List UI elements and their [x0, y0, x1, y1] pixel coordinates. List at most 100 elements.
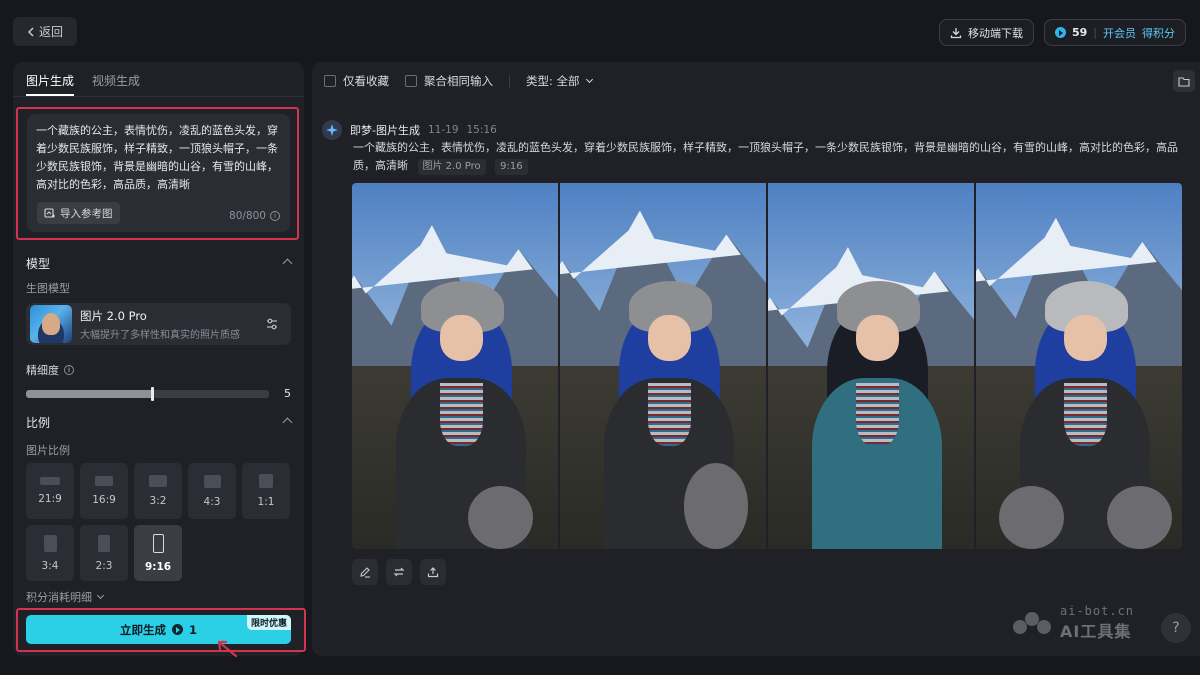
figure-necklace: [439, 383, 483, 447]
earn-credits-link[interactable]: 得积分: [1142, 25, 1175, 41]
share-button[interactable]: [420, 559, 446, 585]
feed-time: 15:16: [466, 124, 497, 136]
type-filter-dropdown[interactable]: 类型: 全部: [526, 73, 593, 89]
left-panel: 图片生成 视频生成 一个藏族的公主，表情忧伤，凌乱的蓝色头发，穿着少数民族服饰，…: [13, 62, 306, 658]
image-figure: [805, 264, 949, 549]
ratio-option-4-3[interactable]: 4:3: [188, 463, 236, 519]
ratio-sublabel: 图片比例: [26, 444, 70, 457]
tab-video-generation[interactable]: 视频生成: [92, 72, 140, 96]
credit-count: 59: [1071, 26, 1088, 39]
aggregate-input-checkbox[interactable]: 聚合相同输入: [405, 73, 493, 89]
detail-label-row: 精细度 i: [26, 362, 74, 378]
toolbar-divider: [509, 74, 510, 88]
model-sublabel: 生图模型: [26, 282, 70, 295]
ratio-shape-icon: [152, 533, 164, 553]
chevron-up-icon[interactable]: [282, 417, 293, 428]
generated-image-4[interactable]: [976, 183, 1182, 549]
edit-button[interactable]: [352, 559, 378, 585]
dreamina-logo-icon: [322, 120, 342, 140]
ratio-label: 1:1: [257, 496, 275, 508]
cost-details-toggle[interactable]: 积分消耗明细: [26, 589, 105, 605]
help-button[interactable]: ?: [1161, 613, 1191, 643]
tab-image-generation[interactable]: 图片生成: [26, 72, 75, 96]
detail-slider[interactable]: [26, 387, 269, 401]
ratio-section-header[interactable]: 比例: [26, 414, 293, 431]
generated-image-3[interactable]: [768, 183, 974, 549]
mobile-download-button[interactable]: 移动端下载: [938, 19, 1034, 46]
generate-button[interactable]: 立即生成 1 限时优惠: [26, 615, 291, 658]
ratio-shape-icon: [40, 477, 60, 485]
figure-necklace: [647, 383, 691, 447]
ratio-shape-icon: [95, 476, 113, 486]
ratio-label: 4:3: [203, 495, 221, 508]
credit-coin-icon: [1054, 27, 1066, 38]
checkbox-box[interactable]: [405, 75, 417, 87]
chevron-up-icon[interactable]: [282, 258, 293, 269]
image-figure: [998, 264, 1172, 549]
ratio-option-2-3[interactable]: 2:3: [80, 525, 128, 581]
ratio-shape-icon: [203, 474, 221, 488]
regenerate-button[interactable]: [386, 559, 412, 585]
char-counter: 80/800 i: [229, 210, 280, 222]
import-reference-button[interactable]: 导入参考图: [37, 202, 120, 224]
checkbox-box[interactable]: [324, 75, 336, 87]
figure-fur: [683, 463, 749, 549]
model-thumbnail: [30, 305, 72, 343]
download-icon: [950, 27, 962, 38]
figure-face: [855, 314, 899, 361]
upload-icon: [427, 567, 439, 578]
feed-source: 即梦-图片生成: [350, 124, 420, 137]
folder-icon: [1178, 76, 1190, 87]
sliders-icon[interactable]: [265, 317, 279, 331]
chevron-down-icon: [585, 75, 593, 84]
ratio-option-21-9[interactable]: 21:9: [26, 463, 74, 519]
model-section-header[interactable]: 模型: [26, 255, 293, 272]
generation-tabs: 图片生成 视频生成: [13, 62, 304, 97]
model-selector[interactable]: 图片 2.0 Pro 大幅提升了多样性和真实的照片质感: [26, 303, 291, 345]
generate-label: 立即生成: [119, 622, 166, 637]
ratio-shape-icon: [43, 534, 57, 552]
char-counter-text: 80/800: [229, 210, 266, 222]
regenerate-icon: [393, 567, 405, 577]
aggregate-input-label: 聚合相同输入: [424, 74, 493, 88]
vip-link[interactable]: 开会员: [1103, 25, 1136, 41]
ratio-label: 9:16: [144, 560, 172, 573]
info-icon[interactable]: i: [270, 211, 280, 221]
ratio-option-3-2[interactable]: 3:2: [134, 463, 182, 519]
filter-toolbar: 仅看收藏 聚合相同输入 类型: 全部: [324, 73, 593, 89]
prompt-text[interactable]: 一个藏族的公主，表情忧伤，凌乱的蓝色头发，穿着少数民族服饰，样子精致，一顶狼头帽…: [36, 122, 281, 194]
figure-fur: [1106, 486, 1172, 549]
folder-button[interactable]: [1173, 70, 1195, 92]
ratio-label: 3:4: [41, 559, 59, 572]
image-add-icon: [44, 207, 55, 218]
generated-image-1[interactable]: [352, 183, 558, 549]
model-description: 大幅提升了多样性和真实的照片质感: [80, 329, 240, 341]
watermark-name: AI工具集: [1060, 622, 1132, 641]
credits-pill[interactable]: 59 | 开会员 得积分: [1043, 19, 1186, 46]
ratio-option-16-9[interactable]: 16:9: [80, 463, 128, 519]
ratio-shape-icon: [259, 474, 273, 488]
chevron-down-icon: [96, 591, 105, 600]
ratio-label: 3:2: [149, 495, 167, 507]
back-label: 返回: [38, 25, 63, 39]
ratio-option-3-4[interactable]: 3:4: [26, 525, 74, 581]
generated-images: [352, 183, 1182, 549]
figure-fur: [998, 486, 1064, 549]
watermark-logo-icon: [1013, 612, 1051, 634]
credit-coin-icon: [171, 624, 183, 635]
detail-info-icon[interactable]: i: [64, 365, 74, 375]
generated-image-2[interactable]: [560, 183, 766, 549]
ratio-grid: 21:9 16:9 3:2 4:3 1:1 3:4 2:3 9:16: [26, 463, 296, 581]
ratio-tag: 9:16: [495, 159, 528, 175]
detail-slider-handle[interactable]: [151, 387, 155, 401]
model-name: 图片 2.0 Pro: [80, 308, 147, 323]
favorites-only-checkbox[interactable]: 仅看收藏: [324, 73, 389, 89]
ratio-option-9-16[interactable]: 9:16: [134, 525, 182, 581]
feed-item-header: 即梦-图片生成 11-19 15:16: [322, 120, 497, 140]
ratio-option-1-1[interactable]: 1:1: [242, 463, 290, 519]
feed-date: 11-19: [427, 124, 459, 136]
image-figure: [597, 264, 749, 549]
back-button[interactable]: 返回: [13, 17, 77, 46]
image-actions: [352, 559, 446, 585]
prompt-input[interactable]: 一个藏族的公主，表情忧伤，凌乱的蓝色头发，穿着少数民族服饰，样子精致，一顶狼头帽…: [27, 114, 290, 232]
